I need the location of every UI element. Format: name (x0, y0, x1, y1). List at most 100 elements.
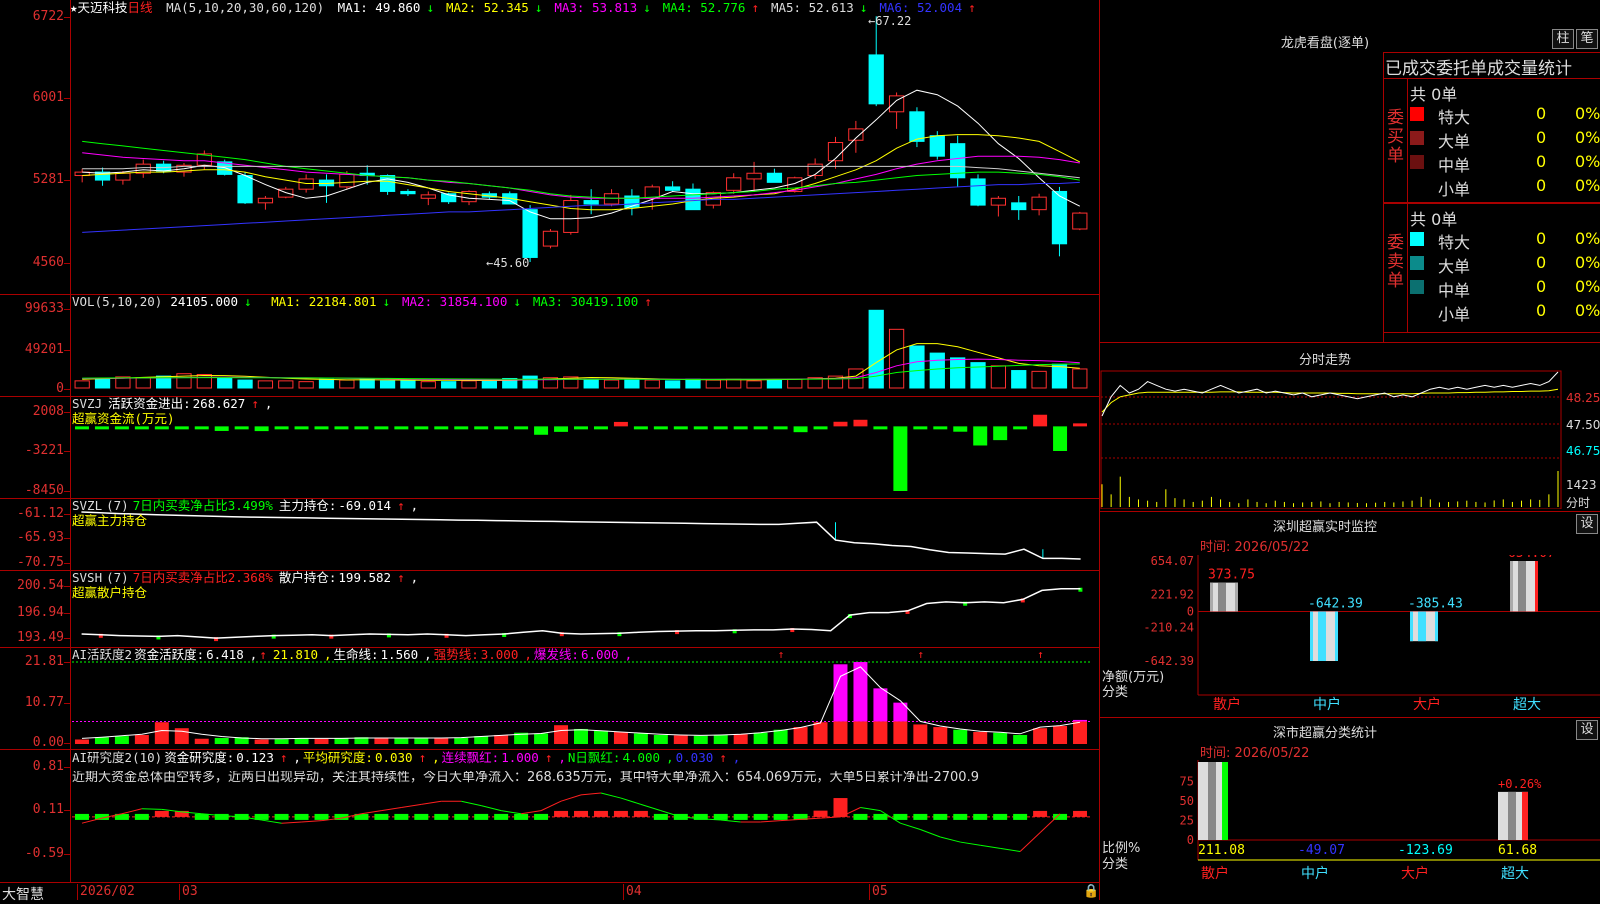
cls-bar-edge (1522, 791, 1528, 840)
activity-bar (254, 739, 269, 744)
monitor-chart[interactable]: 654.07 221.92 0 -210.24 -642.39 373.75 散户 -642.… (1100, 555, 1600, 715)
research-line-segment (720, 819, 741, 823)
research-line-segment (1000, 847, 1021, 852)
ma-value-3: MA3: 53.813 ↓ (554, 0, 651, 15)
candle (257, 197, 274, 204)
volume-bar (257, 380, 274, 389)
vol-y-1: 49201 (24, 342, 64, 357)
intraday-chart[interactable] (1100, 370, 1600, 509)
ai-research-pane[interactable]: AI研究度2(10) 资金研究度: 0.123 ↑, 平均研究度: 0.030 ↑, 连续飘红… (0, 750, 1100, 882)
activity-burst-bar (833, 664, 848, 722)
fund-flow-bar (434, 426, 449, 430)
research-bar (494, 813, 509, 820)
mon-bar-shade (1518, 561, 1526, 612)
research-bar (753, 813, 768, 820)
fund-flow-bar (753, 426, 768, 430)
candle (522, 209, 538, 258)
fund-flow-bar (673, 426, 688, 430)
research-bar (474, 813, 489, 820)
research-line-segment (281, 821, 302, 824)
candle (115, 172, 131, 181)
volume-pane[interactable]: VOL(5,10,20) 24105.000 ↓ MA1: 22184.801 ↓ MA… (0, 295, 1100, 396)
lh-sell-row-3: 小单 0 0% (1410, 300, 1600, 324)
lh-buy-swatch (1410, 179, 1424, 193)
x-label-04: 04 (626, 884, 642, 899)
research-line-segment (301, 820, 322, 823)
cls-value-label: 61.68 (1498, 843, 1537, 858)
lh-buy-count: 0 (1536, 176, 1547, 195)
fund-flow-bar (833, 421, 848, 427)
mon-bar-edge (1535, 561, 1538, 612)
research-line-segment (261, 819, 282, 824)
activity-bar (154, 722, 169, 744)
fund-flow-bar (713, 426, 728, 430)
activity-bar (114, 736, 129, 744)
ai1-label: AI活跃度2 (72, 648, 133, 662)
vol-value: 24105.000 ↓ (170, 295, 252, 309)
cls-xlabel: 分类 (1102, 857, 1128, 872)
mon-time: 时间: 2026/05/22 (1200, 540, 1310, 555)
lh-sell-swatch (1410, 304, 1424, 318)
research-line-segment (620, 797, 642, 805)
svsh-title: 散户持仓: (278, 571, 337, 585)
svsh-sub: 超赢散户持仓 (72, 585, 148, 600)
fund-flow-bar (134, 426, 149, 430)
ma-value-2: MA2: 31854.100 ↓ (402, 295, 521, 309)
lh-sell-row-0: 特大 0 0% (1410, 228, 1600, 252)
lh-sell-swatch (1410, 256, 1424, 270)
fund-flow-bar (1073, 423, 1088, 427)
svzl-y-1: -65.93 (17, 530, 64, 545)
lh-buy-box: 委买单 共 0单 特大 0 0% 大单 0 0% 中单 0 0% 小单 0 0% (1383, 78, 1600, 203)
activity-signal-arrow: ↑ (917, 648, 924, 661)
lh-buy-count: 0 (1536, 152, 1547, 171)
lh-sell-swatch (1410, 232, 1424, 246)
activity-bar (673, 735, 688, 744)
research-bar (454, 813, 469, 820)
svsh-pane[interactable]: SVSH (7) 7日内买卖净占比2.368% 散户持仓: 199.582 ↑, 超赢散户… (0, 571, 1100, 647)
research-line-segment (940, 836, 961, 843)
research-bar (194, 813, 209, 820)
candle (970, 178, 986, 206)
vol-ma-values: MA1: 22184.801 ↓ MA2: 31854.100 ↓ MA3: 30419… (271, 295, 664, 309)
lh-sell-name: 小单 (1438, 305, 1471, 324)
activity-bar (733, 734, 748, 744)
fund-flow-bar (1053, 426, 1068, 451)
stock-star-icon: ★ (70, 0, 78, 15)
mon-category: 超大 (1513, 697, 1541, 713)
kline-pane[interactable]: ★天迈科技日线 MA(5,10,20,30,60,120) MA1: 49.86… (0, 0, 1100, 294)
activity-bar (74, 739, 89, 744)
mon-category: 中户 (1313, 696, 1341, 713)
svzl-y-0: -61.12 (17, 506, 64, 521)
lock-icon[interactable]: 🔒 (1083, 884, 1099, 899)
cls-settings-button[interactable]: 设 (1576, 720, 1598, 740)
ai1-y-0: 21.81 (24, 654, 64, 669)
class-chart[interactable]: 75 50 25 0 +0.26% 211.08 -49.07 -123.69 61.68 散户 中… (1100, 760, 1600, 900)
fund-flow-bar (873, 426, 888, 430)
bar-mode-button[interactable]: 柱 (1552, 29, 1574, 49)
svzj-pane[interactable]: SVZJ 活跃资金进出: 268.627 ↑, 超赢资金流(万元) (0, 397, 1100, 498)
activity-bar (813, 722, 828, 744)
period-label: 日线 (127, 0, 153, 15)
research-line-segment (920, 829, 941, 838)
volume-bar (990, 365, 1007, 389)
volume-bar (135, 377, 151, 389)
x-label-2026-02: 2026/02 (80, 884, 135, 899)
ai-activity-pane[interactable]: ↑ ↑ ↑ AI活跃度2 资金活跃度: 6.418, ↑ 21.810, 生命线: 1.560,… (0, 648, 1100, 749)
lh-buy-count: 0 (1536, 128, 1547, 147)
fund-flow-bar (933, 426, 948, 430)
tick-mode-button[interactable]: 笔 (1576, 29, 1598, 49)
svzl-pane[interactable]: SVZL (7) 7日内买卖净占比3.499% 主力持仓: -69.014 ↑, 超赢主力… (0, 499, 1100, 570)
fund-flow-bar (554, 426, 569, 432)
volume-bar (888, 328, 905, 389)
mon-settings-button[interactable]: 设 (1576, 514, 1598, 534)
research-bar (853, 813, 868, 820)
mon-bar-edge (1235, 582, 1238, 612)
research-line-segment (640, 803, 661, 812)
mon-ylabel: 净额(万元) (1102, 670, 1164, 685)
kline-y-2: 5281 (32, 172, 64, 187)
research-line-segment (540, 800, 562, 812)
research-bar (773, 813, 788, 820)
fund-flow-bar (893, 426, 908, 491)
lh-buy-pct: 0% (1575, 104, 1600, 123)
lh-buy-name: 大单 (1438, 132, 1471, 151)
